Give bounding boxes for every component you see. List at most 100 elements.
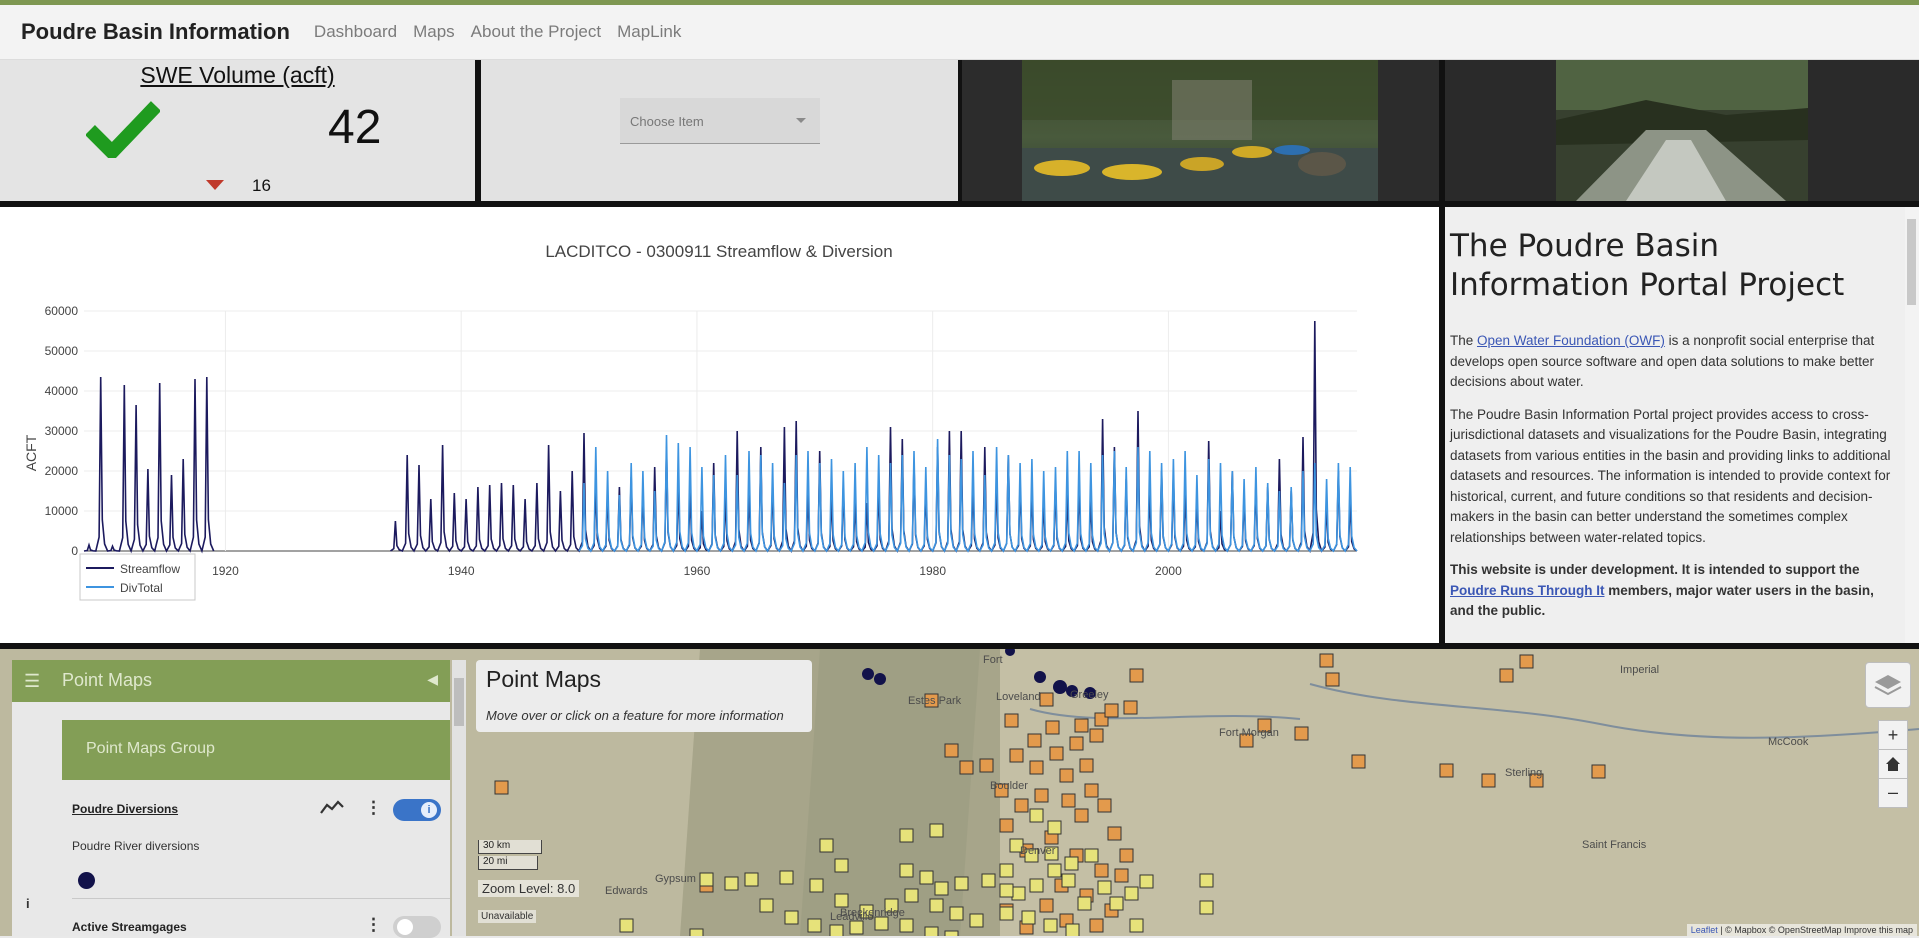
chart-legend[interactable]: Streamflow DivTotal [79,553,196,601]
map-point-marker[interactable] [954,876,969,891]
map-point-marker[interactable] [1123,700,1138,715]
map-point-marker[interactable] [1119,848,1134,863]
layer-name-active-streamgages[interactable]: Active Streamgages [72,920,187,934]
info-icon[interactable]: i [26,896,30,911]
map-point-marker[interactable] [1029,760,1044,775]
nav-link-maps[interactable]: Maps [413,22,455,42]
map-point-marker[interactable] [1591,764,1606,779]
map-point-marker[interactable] [944,930,959,936]
map-point-marker[interactable] [1061,793,1076,808]
map-point-marker[interactable] [1077,896,1092,911]
home-button[interactable] [1878,749,1908,779]
map-point-marker[interactable] [1059,768,1074,783]
map-point-marker[interactable] [829,924,844,936]
map-point-marker[interactable] [1124,886,1139,901]
nav-link-dashboard[interactable]: Dashboard [314,22,397,42]
map-point-marker[interactable] [1094,863,1109,878]
map-point-marker[interactable] [981,873,996,888]
map-point-marker[interactable] [1097,798,1112,813]
map-point-marker[interactable] [1004,713,1019,728]
map-point-marker[interactable] [1499,668,1514,683]
map-point-marker[interactable] [1294,726,1309,741]
poudre-runs-through-it-link[interactable]: Poudre Runs Through It [1450,583,1605,598]
map-point-marker[interactable] [1029,878,1044,893]
map-point-marker[interactable] [1009,748,1024,763]
map-point-marker[interactable] [1043,918,1058,933]
nav-link-maplink[interactable]: MapLink [617,22,681,42]
map-point-marker[interactable] [809,878,824,893]
map-point-marker[interactable] [929,823,944,838]
map-point-marker[interactable] [1064,856,1079,871]
swe-title[interactable]: SWE Volume (acft) [0,62,475,89]
map-point-marker[interactable] [1065,923,1080,936]
series-line-divtotal[interactable] [578,434,1358,553]
zoom-out-button[interactable]: – [1878,778,1908,808]
map-point-marker[interactable] [494,780,509,795]
nav-link-about[interactable]: About the Project [471,22,601,42]
map-point-marker[interactable] [899,863,914,878]
map-point-marker[interactable] [934,881,949,896]
layer-visibility-toggle[interactable] [393,916,441,938]
map-point-marker[interactable] [999,863,1014,878]
map-point-marker[interactable] [929,898,944,913]
map-point-marker[interactable] [959,760,974,775]
map-point-marker[interactable] [834,858,849,873]
more-vertical-icon[interactable]: ⋮ [365,798,382,818]
map-point-marker[interactable] [949,906,964,921]
map-point-marker[interactable] [999,818,1014,833]
map-point-marker[interactable] [1439,763,1454,778]
map-point-marker[interactable] [1069,736,1084,751]
map-point-marker[interactable] [1039,692,1054,707]
map-point-marker[interactable] [904,888,919,903]
map-point-marker[interactable] [819,838,834,853]
map-point-marker[interactable] [779,870,794,885]
map-point-marker[interactable] [1129,668,1144,683]
map-point-marker[interactable] [1097,880,1112,895]
sidebar-scrollbar[interactable] [452,660,466,936]
map-point-marker[interactable] [744,872,759,887]
info-scrollbar[interactable] [1905,207,1919,643]
map-point-marker[interactable] [1014,798,1029,813]
graph-icon[interactable] [320,799,344,815]
map-point-marker[interactable] [1074,808,1089,823]
map-point-marker[interactable] [1061,873,1076,888]
map-point-marker[interactable] [699,872,714,887]
map-point-marker[interactable] [1199,900,1214,915]
map-point-marker[interactable] [1074,718,1089,733]
choose-item-select[interactable]: Choose Item [620,98,820,144]
map-point-marker[interactable] [1047,820,1062,835]
map-point-marker[interactable] [969,913,984,928]
map-point-marker[interactable] [724,876,739,891]
map-point-marker[interactable] [1084,848,1099,863]
layers-control-button[interactable] [1865,662,1911,708]
map-point-marker[interactable] [759,898,774,913]
map-point-marker[interactable] [1047,863,1062,878]
map-point-marker[interactable] [1089,918,1104,933]
map-point-marker[interactable] [1039,898,1054,913]
map-point-marker[interactable] [1079,758,1094,773]
map-point-marker[interactable] [924,926,939,936]
map-point-marker[interactable] [919,870,934,885]
owf-link[interactable]: Open Water Foundation (OWF) [1477,333,1665,348]
map-point-marker[interactable] [1027,733,1042,748]
map-point-marker[interactable] [999,906,1014,921]
map-point-marker[interactable] [1519,654,1534,669]
layer-group-header[interactable]: Point Maps Group [62,720,450,780]
map-point-marker[interactable] [1199,873,1214,888]
map-point-marker[interactable] [1325,672,1340,687]
hamburger-menu-icon[interactable]: ☰ [24,671,40,692]
map-point-marker[interactable] [1104,703,1119,718]
more-vertical-icon[interactable]: ⋮ [365,915,382,935]
collapse-left-icon[interactable]: ◀ [427,671,438,688]
map-point-marker[interactable] [1021,910,1036,925]
map-point-marker[interactable] [1107,826,1122,841]
map-point-marker[interactable] [1034,788,1049,803]
brand-title[interactable]: Poudre Basin Information [21,19,290,45]
map-point-marker[interactable] [979,758,994,773]
map-point-marker[interactable] [999,883,1014,898]
map-point-marker[interactable] [1114,868,1129,883]
series-line-streamflow[interactable] [83,376,215,554]
map-point-marker[interactable] [807,918,822,933]
map-point-marker[interactable] [1139,874,1154,889]
map-point-marker[interactable] [1481,773,1496,788]
